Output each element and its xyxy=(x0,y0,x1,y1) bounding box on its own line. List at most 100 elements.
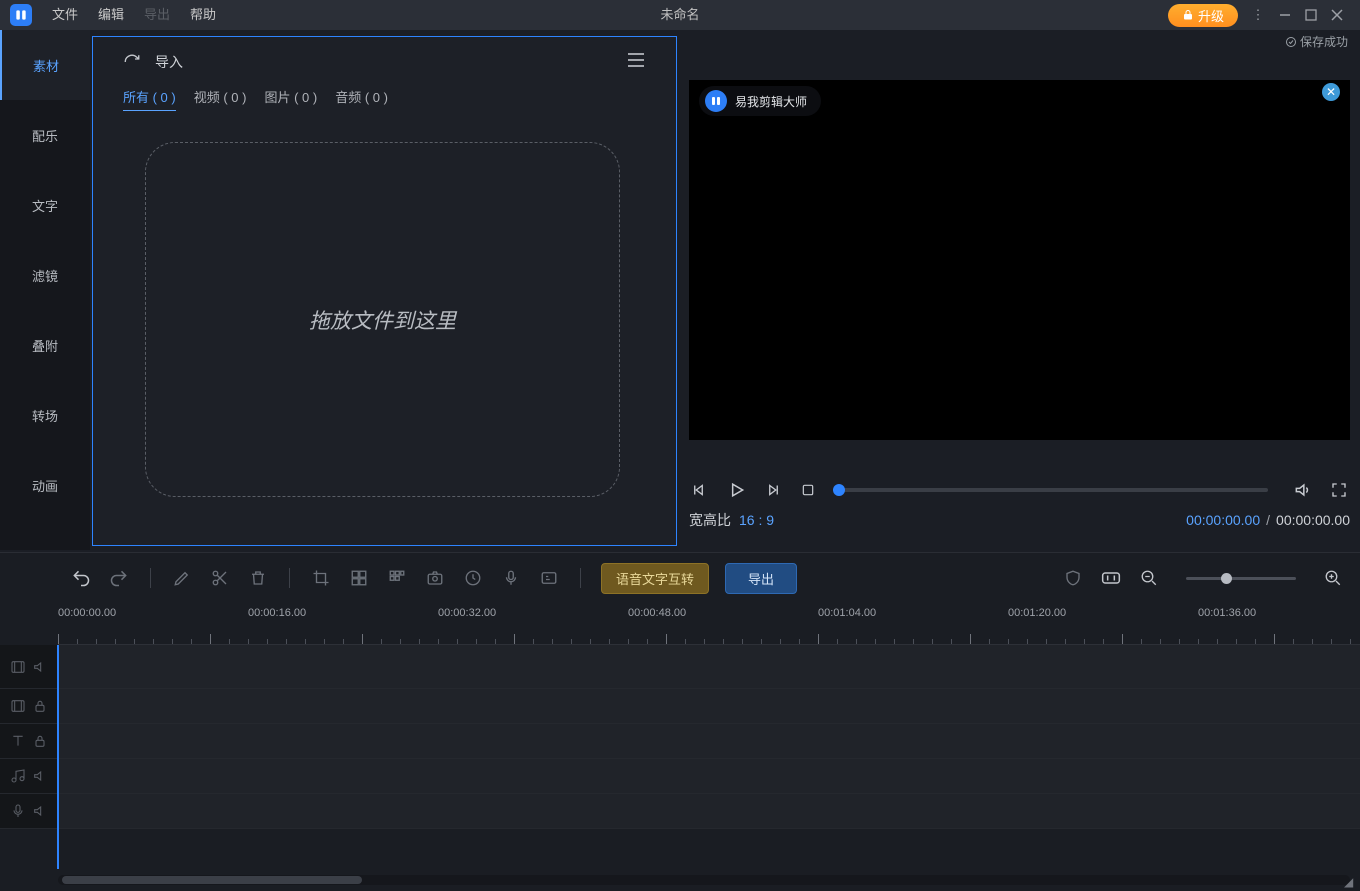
progress-slider[interactable] xyxy=(833,488,1268,492)
menu-edit[interactable]: 编辑 xyxy=(88,0,134,30)
grid-icon[interactable] xyxy=(386,567,408,589)
ruler-mark: 00:00:32.00 xyxy=(438,607,496,619)
sidebar-item-media[interactable]: 素材 xyxy=(0,30,90,100)
zoom-in-icon[interactable] xyxy=(1322,567,1344,589)
lock-icon xyxy=(1182,9,1194,21)
zoom-slider[interactable] xyxy=(1186,577,1296,580)
ratio-value[interactable]: 16 : 9 xyxy=(739,512,774,528)
sidebar-item-transition[interactable]: 转场 xyxy=(0,380,90,450)
lock-small-icon xyxy=(32,733,48,749)
track-head-music[interactable] xyxy=(0,759,58,793)
dropzone[interactable]: 拖放文件到这里 xyxy=(145,142,620,497)
preview-canvas[interactable] xyxy=(689,80,1350,440)
fit-icon[interactable] xyxy=(1100,567,1122,589)
mic-icon[interactable] xyxy=(500,567,522,589)
transport-bar xyxy=(689,470,1350,510)
more-icon[interactable]: ⋮ xyxy=(1246,2,1272,28)
ruler-mark: 00:00:16.00 xyxy=(248,607,306,619)
minimize-icon[interactable] xyxy=(1272,2,1298,28)
close-icon[interactable] xyxy=(1324,2,1350,28)
ruler-start: 00:00:00.00 xyxy=(58,607,116,619)
timeline-export-button[interactable]: 导出 xyxy=(725,563,797,594)
app-logo xyxy=(10,4,32,26)
scissors-icon[interactable] xyxy=(209,567,231,589)
ratio-label: 宽高比 xyxy=(689,510,731,530)
tab-all[interactable]: 所有 ( 0 ) xyxy=(123,87,176,111)
close-watermark-icon[interactable]: ✕ xyxy=(1322,83,1340,101)
crop-icon[interactable] xyxy=(310,567,332,589)
list-view-icon[interactable] xyxy=(626,52,646,71)
volume-small-icon xyxy=(32,768,48,784)
camera-icon[interactable] xyxy=(424,567,446,589)
timeline-region: 语音文字互转 导出 00:00:00.00 00:00:16.00 00:00:… xyxy=(0,552,1360,891)
lock-small-icon xyxy=(32,698,48,714)
ruler-mark: 00:01:36.00 xyxy=(1198,607,1256,619)
track-voice[interactable] xyxy=(0,794,1360,829)
tab-image[interactable]: 图片 ( 0 ) xyxy=(264,87,317,111)
redo-icon[interactable] xyxy=(108,567,130,589)
text-icon xyxy=(10,733,26,749)
timeline-toolbar: 语音文字互转 导出 xyxy=(0,553,1360,603)
ruler-mark: 00:01:04.00 xyxy=(818,607,876,619)
speech-to-text-button[interactable]: 语音文字互转 xyxy=(601,563,709,594)
track-head-text[interactable] xyxy=(0,724,58,758)
sidebar-item-music[interactable]: 配乐 xyxy=(0,100,90,170)
timeline-ruler[interactable]: 00:00:00.00 00:00:16.00 00:00:32.00 00:0… xyxy=(58,603,1360,645)
trash-icon[interactable] xyxy=(247,567,269,589)
film-icon xyxy=(10,698,26,714)
shield-icon[interactable] xyxy=(1062,567,1084,589)
pencil-icon[interactable] xyxy=(171,567,193,589)
menu-file[interactable]: 文件 xyxy=(42,0,88,30)
resize-grip-icon[interactable]: ◢ xyxy=(1344,875,1358,889)
track-head-video-2[interactable] xyxy=(0,689,58,723)
sidebar-item-text[interactable]: 文字 xyxy=(0,170,90,240)
zoom-out-icon[interactable] xyxy=(1138,567,1160,589)
volume-small-icon xyxy=(32,803,48,819)
play-icon[interactable] xyxy=(725,479,747,501)
track-video-2[interactable] xyxy=(0,689,1360,724)
import-button[interactable]: 导入 xyxy=(155,52,183,72)
preview-info: 宽高比 16 : 9 00:00:00.00 / 00:00:00.00 xyxy=(689,510,1350,530)
menu-help[interactable]: 帮助 xyxy=(180,0,226,30)
current-time: 00:00:00.00 xyxy=(1186,512,1260,528)
tracks xyxy=(0,645,1360,869)
speed-icon[interactable] xyxy=(462,567,484,589)
sidebar-item-animation[interactable]: 动画 xyxy=(0,450,90,520)
progress-thumb[interactable] xyxy=(833,484,845,496)
zoom-thumb[interactable] xyxy=(1221,573,1232,584)
upgrade-button[interactable]: 升级 xyxy=(1168,4,1238,27)
prev-frame-icon[interactable] xyxy=(689,479,711,501)
sidebar: 素材 配乐 文字 滤镜 叠附 转场 动画 xyxy=(0,30,90,550)
menu-export[interactable]: 导出 xyxy=(134,0,180,30)
track-video-1[interactable] xyxy=(0,645,1360,689)
dropzone-text: 拖放文件到这里 xyxy=(309,305,456,335)
time-separator: / xyxy=(1266,512,1270,528)
timeline-scrollbar-thumb[interactable] xyxy=(62,876,362,884)
upper-region: 素材 配乐 文字 滤镜 叠附 转场 动画 导入 所有 ( 0 ) 视频 ( 0 … xyxy=(0,30,1360,550)
volume-icon[interactable] xyxy=(1292,479,1314,501)
volume-small-icon xyxy=(32,659,48,675)
tab-audio[interactable]: 音频 ( 0 ) xyxy=(335,87,388,111)
track-music[interactable] xyxy=(0,759,1360,794)
maximize-icon[interactable] xyxy=(1298,2,1324,28)
mosaic-icon[interactable] xyxy=(348,567,370,589)
sidebar-item-overlay[interactable]: 叠附 xyxy=(0,310,90,380)
ruler-mark: 00:00:48.00 xyxy=(628,607,686,619)
track-head-voice[interactable] xyxy=(0,794,58,828)
track-text[interactable] xyxy=(0,724,1360,759)
undo-icon[interactable] xyxy=(70,567,92,589)
titlebar: 文件 编辑 导出 帮助 未命名 升级 ⋮ xyxy=(0,0,1360,30)
caption-icon[interactable] xyxy=(538,567,560,589)
stop-icon[interactable] xyxy=(797,479,819,501)
refresh-icon[interactable] xyxy=(123,53,141,71)
upgrade-label: 升级 xyxy=(1198,6,1224,25)
preview-watermark: 易我剪辑大师 xyxy=(699,86,821,116)
mic-small-icon xyxy=(10,803,26,819)
tab-video[interactable]: 视频 ( 0 ) xyxy=(194,87,247,111)
sidebar-item-filter[interactable]: 滤镜 xyxy=(0,240,90,310)
track-head-video-1[interactable] xyxy=(0,645,58,688)
fullscreen-icon[interactable] xyxy=(1328,479,1350,501)
next-frame-icon[interactable] xyxy=(761,479,783,501)
preview-panel: 易我剪辑大师 ✕ 宽高比 16 : 9 00:00:00.00 / 00:00:… xyxy=(681,30,1360,550)
timeline-scrollbar[interactable] xyxy=(58,875,1350,885)
